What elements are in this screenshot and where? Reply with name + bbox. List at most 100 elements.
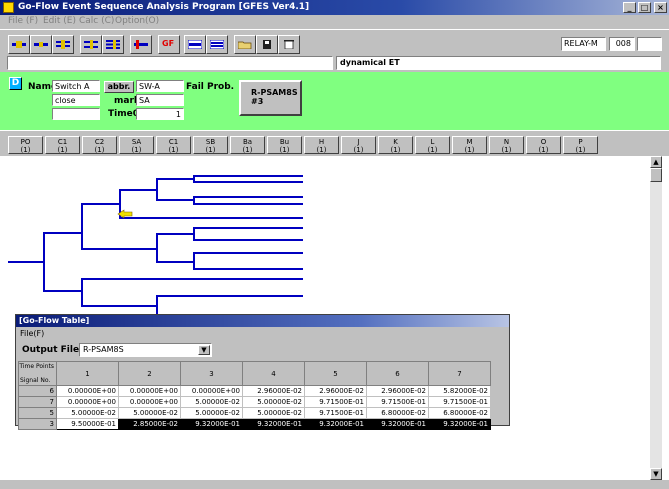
- signal-number-cell[interactable]: 6: [18, 385, 57, 397]
- table-cell[interactable]: 9.32000E-01: [304, 418, 367, 430]
- relay-number-field[interactable]: 008: [609, 37, 635, 51]
- gf-button[interactable]: GF: [158, 35, 180, 54]
- table-row[interactable]: 3 9.50000E-01 2.85000E-02 9.32000E-01 9.3200…: [18, 418, 491, 430]
- menu-calc[interactable]: Calc (C): [79, 16, 114, 26]
- time-point-header[interactable]: 6: [366, 361, 429, 386]
- time-point-header[interactable]: 5: [304, 361, 367, 386]
- state-field[interactable]: close: [52, 94, 100, 106]
- table-cell[interactable]: 5.00000E-02: [242, 396, 305, 408]
- table-cell[interactable]: 0.00000E+00: [56, 385, 119, 397]
- column-header-button[interactable]: K (1): [378, 136, 413, 154]
- column-header-button[interactable]: SA (1): [119, 136, 154, 154]
- tool-join-2-button[interactable]: [102, 35, 124, 54]
- table-row[interactable]: 5 5.00000E-02 5.00000E-02 5.00000E-02 5.0000…: [18, 407, 491, 419]
- tool-link-2-button[interactable]: [206, 35, 228, 54]
- table-row[interactable]: 6 0.00000E+00 0.00000E+00 0.00000E+00 2.9600…: [18, 385, 491, 397]
- table-cell[interactable]: 9.32000E-01: [366, 418, 429, 430]
- table-row[interactable]: 7 0.00000E+00 0.00000E+00 5.00000E-02 5.0000…: [18, 396, 491, 408]
- table-cell[interactable]: 5.00000E-02: [180, 396, 243, 408]
- column-header-button[interactable]: O (1): [526, 136, 561, 154]
- column-header-button[interactable]: P (1): [563, 136, 598, 154]
- save-button[interactable]: [256, 35, 278, 54]
- column-header-button[interactable]: C1 (1): [45, 136, 80, 154]
- column-header-button[interactable]: C2 (1): [82, 136, 117, 154]
- description-left-field[interactable]: [7, 56, 333, 70]
- table-cell[interactable]: 9.50000E-01: [56, 418, 119, 430]
- delete-button[interactable]: [278, 35, 300, 54]
- table-cell[interactable]: 2.96000E-02: [304, 385, 367, 397]
- name-field[interactable]: Switch A: [52, 80, 100, 92]
- table-cell[interactable]: 0.00000E+00: [118, 385, 181, 397]
- tool-join-1-button[interactable]: [80, 35, 102, 54]
- column-header-button[interactable]: SB (1): [193, 136, 228, 154]
- tool-line-2-button[interactable]: [30, 35, 52, 54]
- extra-field[interactable]: [52, 108, 100, 120]
- scroll-thumb[interactable]: [650, 168, 662, 182]
- table-cell[interactable]: 9.71500E-01: [366, 396, 429, 408]
- time-point-header[interactable]: 1: [56, 361, 119, 386]
- time0-field[interactable]: 1: [136, 108, 184, 120]
- signal-number-cell[interactable]: 5: [18, 407, 57, 419]
- tool-line-1-button[interactable]: [8, 35, 30, 54]
- node-type-badge[interactable]: D: [9, 77, 22, 90]
- go-flow-table-menu-file[interactable]: File(F): [20, 329, 44, 338]
- table-cell[interactable]: 5.82000E-02: [428, 385, 491, 397]
- table-cell[interactable]: 9.71500E-01: [304, 396, 367, 408]
- table-cell[interactable]: 0.00000E+00: [180, 385, 243, 397]
- output-file-select[interactable]: R-PSAM8S ▼: [79, 343, 212, 357]
- mark-field[interactable]: SA: [136, 94, 184, 106]
- scroll-down-button[interactable]: ▼: [650, 468, 662, 480]
- column-header-button[interactable]: M (1): [452, 136, 487, 154]
- table-cell[interactable]: 2.85000E-02: [118, 418, 181, 430]
- table-cell[interactable]: 5.00000E-02: [118, 407, 181, 419]
- menu-option[interactable]: Option(O): [115, 16, 159, 26]
- close-button[interactable]: ×: [654, 2, 667, 13]
- fail-prob-button[interactable]: R-PSAM8S #3: [239, 80, 302, 116]
- table-cell[interactable]: 5.00000E-02: [242, 407, 305, 419]
- time-point-header[interactable]: 4: [242, 361, 305, 386]
- tool-link-1-button[interactable]: [184, 35, 206, 54]
- column-header-button[interactable]: N (1): [489, 136, 524, 154]
- table-cell[interactable]: 9.71500E-01: [428, 396, 491, 408]
- column-header-button[interactable]: H (1): [304, 136, 339, 154]
- vertical-scrollbar[interactable]: ▲ ▼: [650, 156, 662, 480]
- tool-line-3-button[interactable]: [52, 35, 74, 54]
- column-header-button[interactable]: PO (1): [8, 136, 43, 154]
- table-cell[interactable]: 9.32000E-01: [180, 418, 243, 430]
- column-header-button[interactable]: L (1): [415, 136, 450, 154]
- tool-split-button[interactable]: [130, 35, 152, 54]
- table-cell[interactable]: 2.96000E-02: [366, 385, 429, 397]
- table-cell[interactable]: 5.00000E-02: [180, 407, 243, 419]
- signal-number-cell[interactable]: 7: [18, 396, 57, 408]
- table-cell[interactable]: 0.00000E+00: [118, 396, 181, 408]
- description-right-field[interactable]: dynamical ET: [336, 56, 661, 70]
- column-header-button[interactable]: C1 (1): [156, 136, 191, 154]
- column-header-name: Bu: [279, 138, 290, 146]
- time-point-header[interactable]: 2: [118, 361, 181, 386]
- abbr-field[interactable]: SW-A: [136, 80, 184, 92]
- relay-field[interactable]: RELAY-M: [561, 37, 606, 51]
- column-header-button[interactable]: Bu (1): [267, 136, 302, 154]
- column-header-button[interactable]: J (1): [341, 136, 376, 154]
- table-cell[interactable]: 9.32000E-01: [428, 418, 491, 430]
- minimize-button[interactable]: _: [623, 2, 636, 13]
- menu-edit[interactable]: Edit (E): [43, 16, 76, 26]
- open-button[interactable]: [234, 35, 256, 54]
- table-cell[interactable]: 6.80000E-02: [428, 407, 491, 419]
- table-cell[interactable]: 5.00000E-02: [56, 407, 119, 419]
- table-cell[interactable]: 2.96000E-02: [242, 385, 305, 397]
- table-cell[interactable]: 6.80000E-02: [366, 407, 429, 419]
- table-cell[interactable]: 0.00000E+00: [56, 396, 119, 408]
- chevron-down-icon[interactable]: ▼: [198, 345, 210, 355]
- time-point-header[interactable]: 3: [180, 361, 243, 386]
- abbr-button[interactable]: abbr.: [104, 81, 134, 93]
- relay-extra-field[interactable]: [637, 37, 662, 51]
- column-header-button[interactable]: Ba (1): [230, 136, 265, 154]
- time-point-header[interactable]: 7: [428, 361, 491, 386]
- maximize-button[interactable]: □: [638, 2, 651, 13]
- table-cell[interactable]: 9.32000E-01: [242, 418, 305, 430]
- menu-file[interactable]: File (F): [8, 16, 38, 26]
- signal-number-cell[interactable]: 3: [18, 418, 57, 430]
- table-cell[interactable]: 9.71500E-01: [304, 407, 367, 419]
- scroll-up-button[interactable]: ▲: [650, 156, 662, 168]
